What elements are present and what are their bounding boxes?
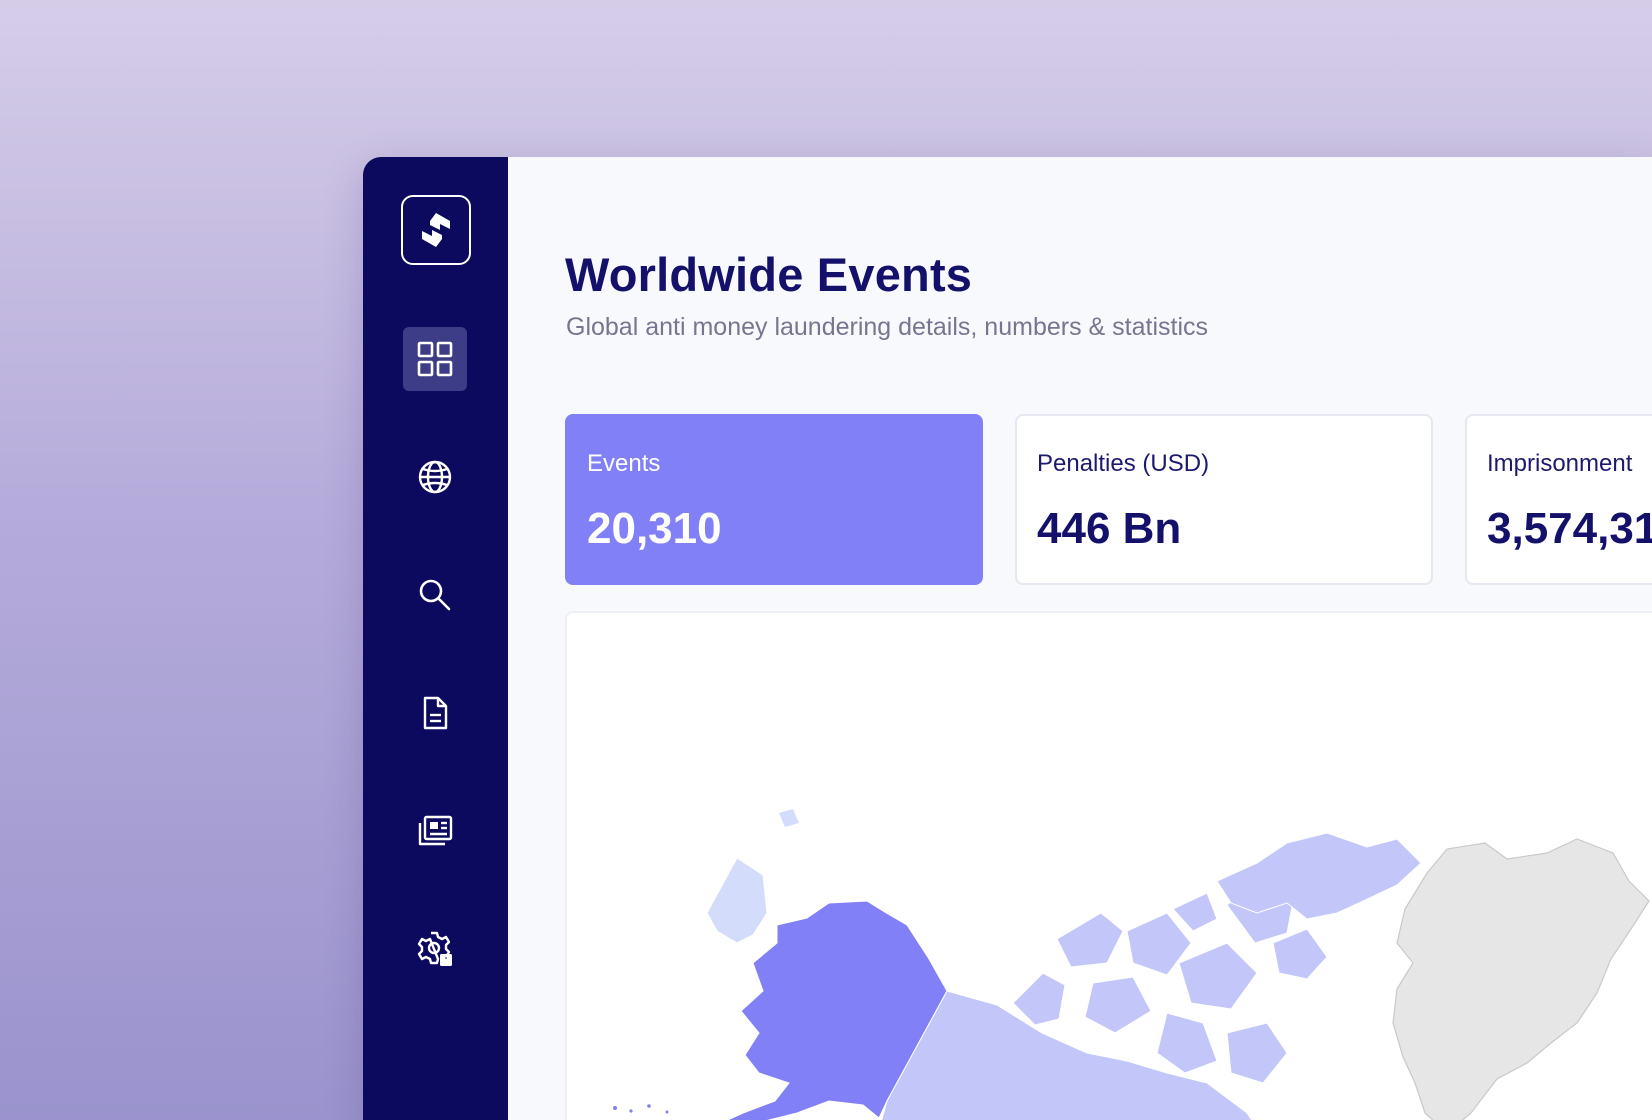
- sidebar: [363, 157, 508, 1120]
- sidebar-item-documents[interactable]: [403, 681, 467, 745]
- document-icon: [423, 696, 448, 730]
- stat-label: Penalties (USD): [1037, 450, 1210, 477]
- grid-icon: [417, 341, 453, 377]
- world-map-panel: [565, 611, 1652, 1120]
- sidebar-item-search[interactable]: [403, 563, 467, 627]
- news-icon: [418, 815, 453, 846]
- sidebar-item-globe[interactable]: [403, 445, 467, 509]
- stat-label: Imprisonment: [1487, 450, 1633, 477]
- stat-card-imprisonment[interactable]: Imprisonment 3,574,31: [1465, 414, 1652, 585]
- main-content: Worldwide Events Global anti money laund…: [508, 157, 1652, 1120]
- sidebar-item-news[interactable]: [403, 799, 467, 863]
- sidebar-item-settings[interactable]: [403, 917, 467, 981]
- map-region-greenland[interactable]: [1392, 838, 1650, 1120]
- app-window: Worldwide Events Global anti money laund…: [363, 157, 1652, 1120]
- app-logo[interactable]: [401, 195, 471, 265]
- stat-value: 446 Bn: [1037, 504, 1182, 553]
- world-map: [613, 809, 1650, 1120]
- stat-label: Events: [587, 450, 661, 477]
- page-subtitle: Global anti money laundering details, nu…: [566, 313, 1208, 341]
- stat-card-events[interactable]: Events 20,310: [565, 414, 983, 585]
- sidebar-item-dashboard[interactable]: [403, 327, 467, 391]
- stat-value: 3,574,31: [1487, 504, 1652, 553]
- map-region-ellesmere[interactable]: [1216, 832, 1422, 920]
- map-region-wrangel[interactable]: [779, 809, 799, 827]
- search-icon: [419, 579, 451, 611]
- map-region-chukotka[interactable]: [706, 857, 768, 944]
- map-region-aleutians[interactable]: [613, 1104, 669, 1114]
- stat-card-penalties[interactable]: Penalties (USD) 446 Bn: [1015, 414, 1433, 585]
- app-logo-icon: [422, 213, 450, 247]
- gear-user-icon: [417, 931, 452, 966]
- stat-value: 20,310: [587, 504, 722, 553]
- page-title: Worldwide Events: [565, 248, 973, 301]
- globe-icon: [418, 460, 452, 494]
